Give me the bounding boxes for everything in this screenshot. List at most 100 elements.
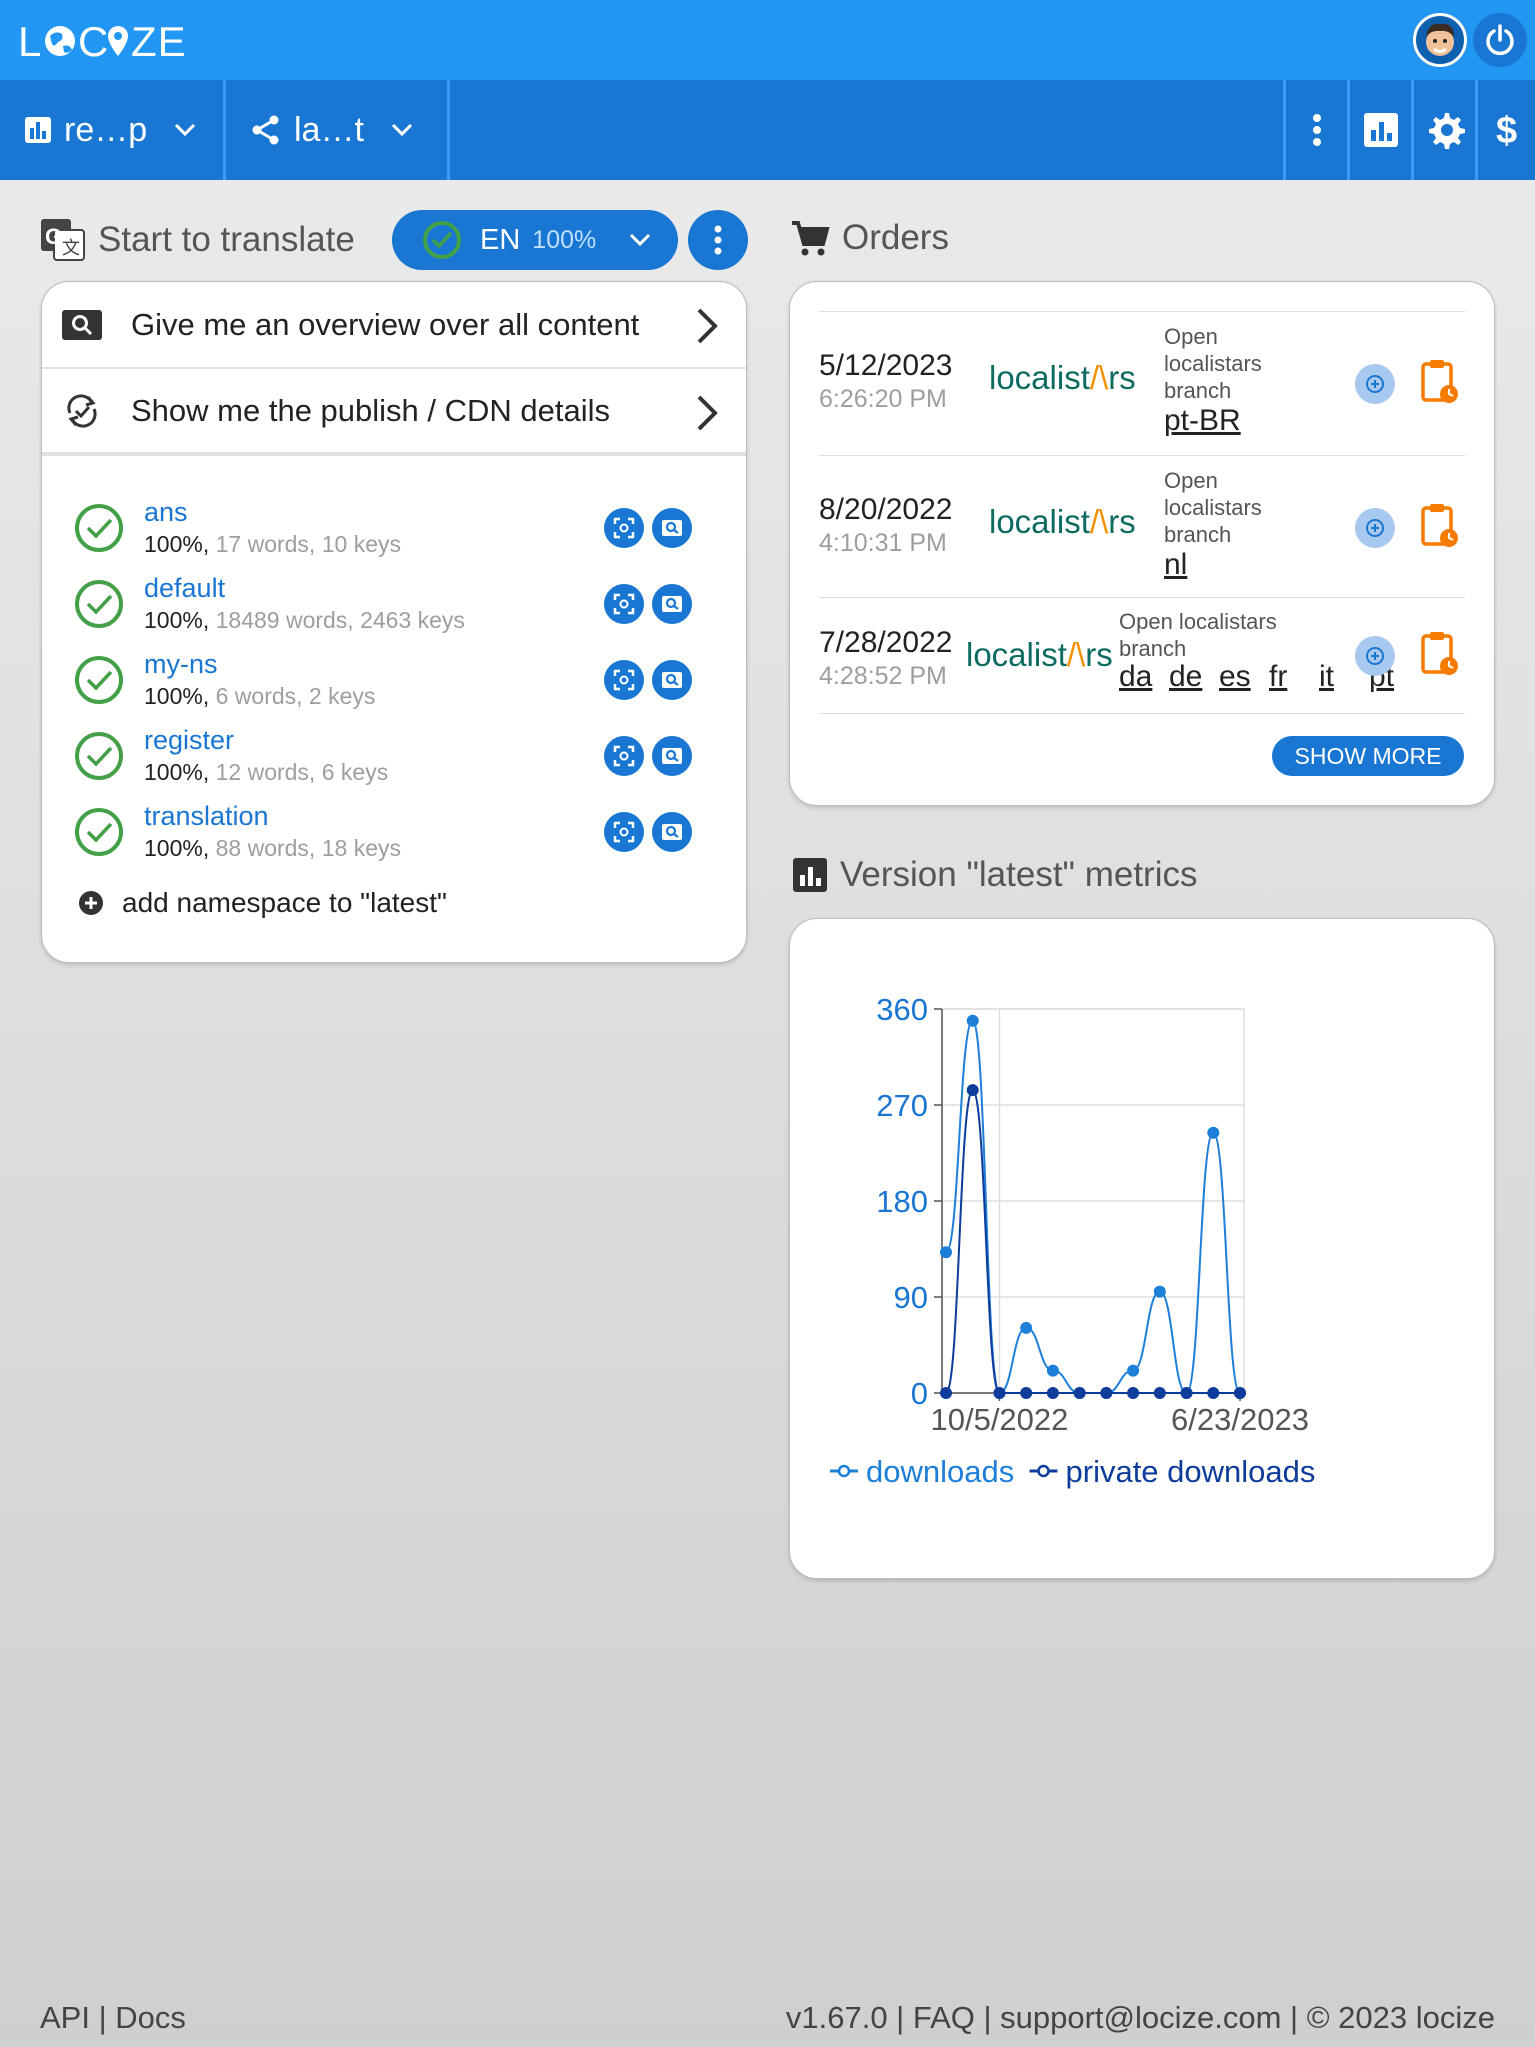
namespace-stats: 100%, 17 words, 10 keys xyxy=(144,531,401,558)
legend-label: private downloads xyxy=(1066,1454,1316,1489)
language-more-button[interactable] xyxy=(688,210,748,270)
data-point xyxy=(1073,1387,1086,1399)
more-vertical-icon[interactable] xyxy=(1283,80,1347,180)
branch-language-link[interactable]: es xyxy=(1219,660,1251,694)
data-point xyxy=(1234,1387,1246,1399)
logo-graphic: L C ZE xyxy=(18,18,186,64)
translate-section-title: G 文 Start to translate xyxy=(40,218,355,262)
language-selector[interactable]: EN 100% xyxy=(392,210,678,270)
screenshot-button[interactable] xyxy=(604,584,644,624)
namespace-name[interactable]: register xyxy=(144,725,234,756)
chevron-down-icon xyxy=(391,123,412,137)
screenshot-button[interactable] xyxy=(604,660,644,700)
pending-clipboard-icon[interactable] xyxy=(1421,502,1461,555)
search-namespace-button[interactable] xyxy=(652,508,692,548)
locize-logo[interactable]: L C ZE xyxy=(18,16,188,64)
legend-label: downloads xyxy=(866,1454,1014,1489)
check-circle-icon xyxy=(75,732,123,780)
show-more-button[interactable]: SHOW MORE xyxy=(1272,736,1464,776)
check-circle-icon xyxy=(75,504,123,552)
overview-action[interactable]: Give me an overview over all content xyxy=(42,282,746,369)
footer-left-links[interactable]: API | Docs xyxy=(40,2000,186,2036)
x-tick-label: 6/23/2023 xyxy=(1171,1402,1309,1437)
pending-clipboard-icon[interactable] xyxy=(1421,358,1461,411)
y-tick-label: 270 xyxy=(876,1088,928,1123)
power-icon[interactable] xyxy=(1473,13,1527,67)
search-namespace-button[interactable] xyxy=(652,660,692,700)
data-point xyxy=(1207,1387,1220,1399)
namespace-name[interactable]: translation xyxy=(144,801,269,832)
screenshot-button[interactable] xyxy=(604,812,644,852)
more-vertical-icon xyxy=(714,225,722,255)
svg-text:L: L xyxy=(18,18,42,64)
focus-icon xyxy=(613,593,635,615)
language-percent: 100% xyxy=(532,225,597,254)
bar-chart-icon xyxy=(793,858,827,892)
localistars-logo: localist/\rs xyxy=(989,359,1136,397)
brand-star-icon: /\ xyxy=(1066,636,1086,673)
check-circle-icon xyxy=(75,808,123,856)
namespace-stats: 100%, 88 words, 18 keys xyxy=(144,835,401,862)
zoom-in-button[interactable] xyxy=(1355,508,1395,548)
order-row: 8/20/2022 4:10:31 PM localist/\rs Open local… xyxy=(819,455,1465,597)
svg-text:文: 文 xyxy=(62,238,80,258)
screenshot-button[interactable] xyxy=(604,736,644,776)
search-icon xyxy=(662,672,682,688)
chevron-right-icon xyxy=(697,308,718,344)
zoom-in-button[interactable] xyxy=(1355,636,1395,676)
branch-language-link[interactable]: it xyxy=(1319,660,1334,694)
cart-icon xyxy=(792,221,830,256)
add-namespace-link[interactable]: add namespace to "latest" xyxy=(78,887,447,919)
data-point xyxy=(940,1246,952,1259)
order-time: 4:28:52 PM xyxy=(819,662,947,690)
chevron-right-icon xyxy=(697,395,718,431)
open-branch-link[interactable]: Open localistars branch xyxy=(1164,467,1262,548)
nav-actions: $ xyxy=(1283,80,1535,180)
branch-language-link[interactable]: pt-BR xyxy=(1164,404,1241,438)
data-point xyxy=(940,1387,952,1399)
orders-section-title: Orders xyxy=(790,218,949,258)
namespace-name[interactable]: default xyxy=(144,573,225,604)
namespace-name[interactable]: my-ns xyxy=(144,649,218,680)
publish-action[interactable]: Show me the publish / CDN details xyxy=(42,369,746,456)
search-icon xyxy=(662,748,682,764)
user-avatar[interactable] xyxy=(1413,13,1467,67)
zoom-in-icon xyxy=(1366,519,1384,537)
focus-icon xyxy=(613,821,635,843)
namespace-percent: 100%, xyxy=(144,607,210,633)
open-branch-text: localistars xyxy=(1164,495,1262,520)
language-code: EN xyxy=(480,223,521,256)
data-point xyxy=(1020,1387,1033,1399)
dollar-icon[interactable]: $ xyxy=(1475,80,1535,180)
namespace-detail: 6 words, 2 keys xyxy=(215,683,376,709)
branch-language-link[interactable]: nl xyxy=(1164,548,1187,582)
translate-icon: G 文 xyxy=(41,219,85,261)
branch-language-link[interactable]: de xyxy=(1169,660,1202,694)
branch-language-link[interactable]: fr xyxy=(1269,660,1287,694)
screenshot-button[interactable] xyxy=(604,508,644,548)
open-branch-link[interactable]: Open localistars branch xyxy=(1119,608,1277,662)
focus-icon xyxy=(613,745,635,767)
bar-chart-icon xyxy=(25,117,51,143)
order-row: 5/12/2023 6:26:20 PM localist/\rs Open local… xyxy=(819,311,1465,455)
branch-language-link[interactable]: da xyxy=(1119,660,1152,694)
search-namespace-button[interactable] xyxy=(652,812,692,852)
version-selector[interactable]: la…t xyxy=(226,80,450,180)
namespace-name[interactable]: ans xyxy=(144,497,188,528)
sync-icon xyxy=(67,393,97,428)
project-nav-bar: re…p la…t $ xyxy=(0,80,1535,180)
footer-right-links[interactable]: v1.67.0 | FAQ | support@locize.com | © 2… xyxy=(786,2000,1495,2036)
pending-clipboard-icon[interactable] xyxy=(1421,630,1461,683)
namespace-row: my-ns 100%, 6 words, 2 keys xyxy=(74,649,734,720)
search-namespace-button[interactable] xyxy=(652,584,692,624)
data-point xyxy=(966,1084,979,1097)
overview-label: Give me an overview over all content xyxy=(131,306,640,342)
zoom-in-button[interactable] xyxy=(1355,364,1395,404)
project-selector[interactable]: re…p xyxy=(0,80,226,180)
gear-icon[interactable] xyxy=(1411,80,1475,180)
open-branch-link[interactable]: Open localistars branch xyxy=(1164,323,1262,404)
search-icon xyxy=(662,596,682,612)
search-namespace-button[interactable] xyxy=(652,736,692,776)
stats-icon[interactable] xyxy=(1347,80,1411,180)
open-branch-text: branch xyxy=(1164,378,1232,403)
